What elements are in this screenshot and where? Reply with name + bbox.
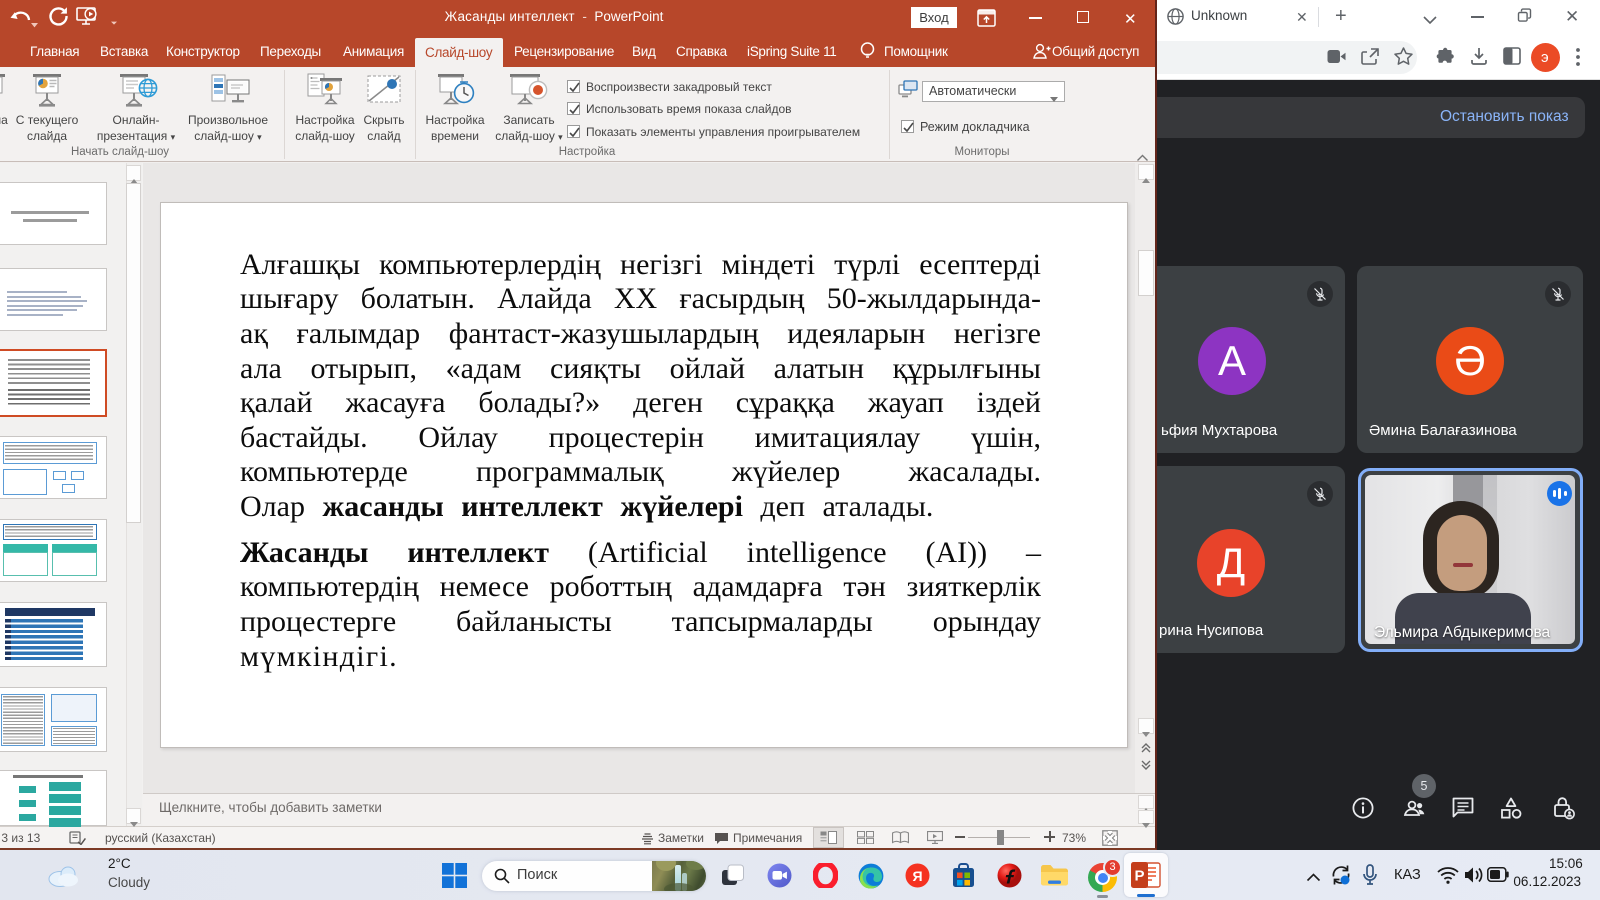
svg-text:P: P <box>1134 868 1144 885</box>
svg-text:Я: Я <box>912 868 922 884</box>
